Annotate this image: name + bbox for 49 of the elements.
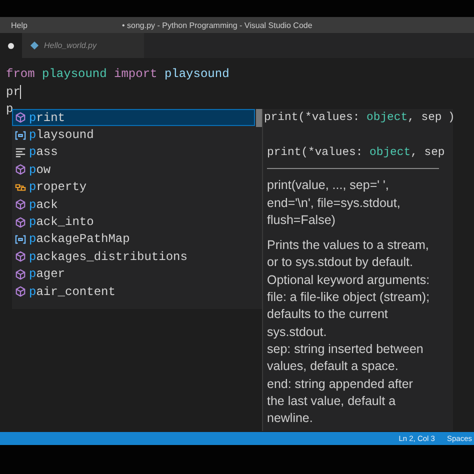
doc-signature-line: print(value, ..., sep=' ', [267, 177, 389, 194]
doc-text-line: the last value, default a [267, 392, 396, 410]
parenthesis-text: ) [448, 112, 455, 124]
doc-text-line: newline. [267, 410, 313, 428]
doc-text-line: Optional keyword arguments: [267, 272, 430, 289]
cube-icon [15, 286, 26, 298]
suggestion-item[interactable]: pack [12, 196, 255, 214]
lines-icon [15, 146, 26, 158]
doc-text-line: Prints the values to a stream, [267, 237, 429, 254]
cube-icon [15, 216, 26, 228]
suggestion-item[interactable]: print [12, 109, 255, 126]
signature-hint: print(*values: object, sep [264, 112, 442, 124]
doc-text-line: or to sys.stdout by default. [267, 254, 413, 272]
cube-icon [15, 164, 26, 176]
suggestion-item[interactable]: packages_distributions [12, 248, 255, 266]
python-file-icon [30, 41, 39, 50]
suggestion-item[interactable]: playsound [12, 126, 255, 144]
suggestion-item[interactable]: property [12, 178, 255, 196]
unsaved-dot-icon [8, 42, 14, 48]
doc-text-line: end: string appended after [267, 376, 413, 393]
cube-icon [15, 268, 26, 280]
cube-icon [15, 251, 26, 262]
cube-icon [15, 112, 26, 124]
editor-tab[interactable] [0, 33, 22, 58]
window-title: • song.py - Python Programming - Visual Studio Code [122, 20, 312, 30]
suggestion-item[interactable]: packagePathMap [12, 230, 255, 248]
doc-text-line: defaults to the current [267, 306, 388, 324]
suggestion-item[interactable]: pack_into [12, 213, 255, 231]
cube-icon [15, 199, 26, 210]
scrollbar-thumb[interactable] [256, 109, 262, 127]
signature-text: print(*values: object, sep [267, 146, 445, 161]
brackets-icon [15, 234, 26, 245]
brackets-icon [15, 130, 26, 141]
suggestion-item[interactable]: pow [12, 161, 255, 179]
editor-tab[interactable]: Hello_world.py [22, 33, 144, 58]
code-line: p [6, 101, 14, 118]
code-line: pr [6, 84, 20, 100]
suggestion-item[interactable]: pass [12, 144, 255, 162]
tab-label: Hello_world.py [44, 41, 98, 50]
doc-text-line: sep: string inserted between [267, 340, 424, 358]
doc-signature-line: end='\n', file=sys.stdout, [267, 194, 400, 212]
suggestion-item[interactable]: pair_content [12, 282, 255, 300]
menu-item[interactable]: Help [11, 20, 28, 30]
suggestion-item[interactable]: pager [12, 266, 255, 283]
doc-text-line: values, default a space. [267, 358, 398, 376]
doc-signature-line: flush=False) [267, 212, 336, 229]
doc-text-line: file: a file-like object (stream); [267, 289, 430, 306]
doc-text-line: sys.stdout. [267, 324, 327, 341]
code-line: from playsound import playsound [6, 66, 230, 83]
